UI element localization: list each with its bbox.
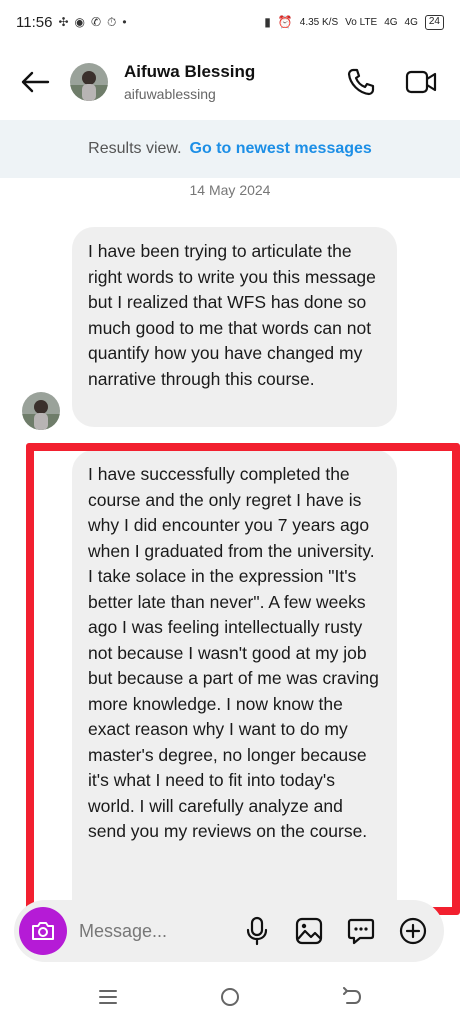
dot-icon: • — [122, 15, 127, 29]
signal-1: 4G — [384, 16, 398, 28]
timer-icon: ⏱ — [107, 15, 117, 29]
composer-actions — [242, 916, 444, 946]
battery-indicator: 24 — [424, 14, 444, 30]
plus-icon — [399, 917, 427, 945]
circle-app-icon: ◉ — [74, 15, 85, 29]
back-icon — [343, 987, 361, 1004]
sender-avatar[interactable] — [22, 392, 60, 430]
home-button[interactable] — [215, 982, 245, 1012]
message-bubble[interactable]: I have successfully completed the course… — [72, 450, 397, 920]
voice-call-button[interactable] — [344, 65, 378, 99]
sticker-button[interactable] — [346, 916, 376, 946]
volte-label: Vo LTE — [345, 16, 378, 28]
status-right: ▮ ⏰ 4.35 K/S Vo LTE 4G 4G 24 — [264, 14, 444, 30]
date-separator: 14 May 2024 — [189, 182, 271, 198]
status-bar: 11:56 ✣ ◉ ✆ ⏱ • ▮ ⏰ 4.35 K/S Vo LTE 4G 4… — [0, 0, 460, 44]
call-icon: ✆ — [90, 15, 102, 29]
back-nav-button[interactable] — [337, 982, 367, 1012]
gallery-icon — [295, 917, 323, 945]
message-bubble[interactable]: I have been trying to articulate the rig… — [72, 227, 397, 427]
menu-icon — [99, 990, 117, 1004]
back-arrow-icon — [21, 71, 50, 93]
alarm-icon: ⏰ — [277, 15, 293, 29]
vibrate-icon: ▮ — [264, 15, 271, 29]
net-speed: 4.35 K/S — [299, 16, 339, 28]
status-time: 11:56 — [16, 13, 53, 31]
camera-icon — [32, 922, 54, 940]
video-icon — [405, 70, 437, 94]
sticker-icon — [347, 918, 375, 945]
message-composer: Message... — [14, 900, 444, 962]
voice-message-button[interactable] — [242, 916, 272, 946]
signal-2: 4G — [404, 16, 418, 28]
go-to-newest-link[interactable]: Go to newest messages — [190, 140, 372, 158]
results-banner: Results view. Go to newest messages — [0, 120, 460, 178]
grid-icon: ✣ — [58, 15, 69, 29]
status-left: 11:56 ✣ ◉ ✆ ⏱ • — [16, 14, 127, 31]
recent-apps-button[interactable] — [93, 982, 123, 1012]
add-button[interactable] — [398, 916, 428, 946]
contact-username: aifuwablessing — [124, 86, 216, 102]
phone-icon — [347, 68, 375, 96]
video-call-button[interactable] — [404, 65, 438, 99]
system-nav-bar — [0, 970, 460, 1024]
message-input[interactable]: Message... — [79, 921, 242, 942]
avatar[interactable] — [70, 63, 108, 101]
chat-header: Aifuwa Blessing aifuwablessing — [0, 44, 460, 120]
results-view-label: Results view. — [88, 140, 182, 157]
home-icon — [221, 988, 239, 1006]
header-names[interactable]: Aifuwa Blessing aifuwablessing — [124, 62, 255, 102]
contact-name: Aifuwa Blessing — [124, 62, 256, 81]
microphone-icon — [246, 916, 268, 946]
gallery-button[interactable] — [294, 916, 324, 946]
camera-button[interactable] — [19, 907, 67, 955]
back-button[interactable] — [0, 44, 70, 120]
header-actions — [344, 65, 460, 99]
